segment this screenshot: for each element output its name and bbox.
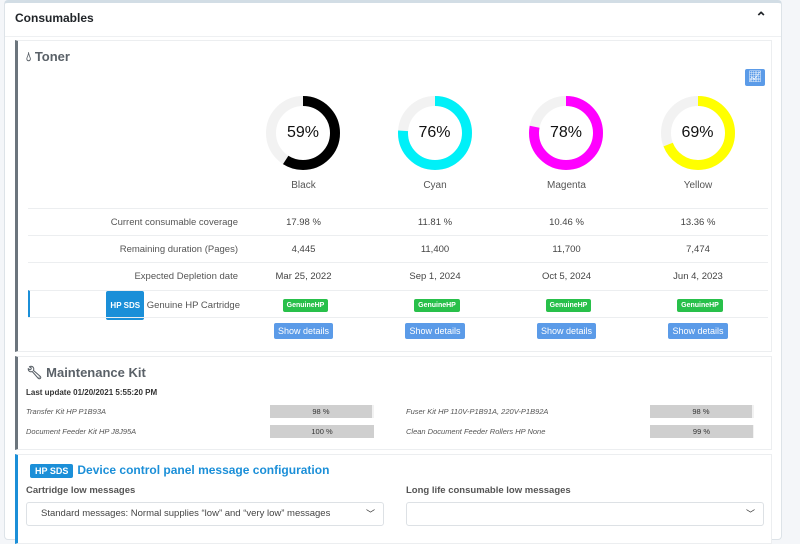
maintenance-progress-bar: 100 % — [270, 425, 374, 438]
maintenance-title: 🔧︎ Maintenance Kit — [26, 365, 146, 380]
show-details-button[interactable]: Show details — [668, 323, 728, 339]
hp-sds-badge: HP SDS — [30, 463, 74, 478]
chevron-down-icon: ﹀ — [365, 509, 375, 519]
maintenance-item-name: Transfer Kit HP P1B93A — [26, 407, 107, 416]
long-life-low-select[interactable]: ﹀ — [406, 502, 764, 526]
device-message-config-card: HP SDS Device control panel message confi… — [15, 454, 772, 544]
last-update: Last update 01/20/2021 5:55:20 PM — [26, 388, 158, 397]
maintenance-progress-bar: 98 % — [270, 405, 374, 418]
coverage-row: Current consumable coverage 17.98 % 11.81 … — [28, 208, 768, 235]
toner-title: 💧︎ Toner — [26, 49, 70, 64]
color-label: Cyan — [423, 180, 447, 191]
remaining-value: 11,400 — [420, 244, 450, 255]
depletion-value: Mar 25, 2022 — [275, 271, 332, 282]
remaining-value: 7,474 — [686, 244, 710, 255]
genuine-hp-badge: GenuineHP — [414, 299, 460, 312]
remaining-value: 11,700 — [552, 244, 581, 255]
percent-label: 59% — [286, 124, 320, 141]
device-config-title: HP SDS Device control panel message confi… — [30, 463, 329, 478]
row-label: Remaining duration (Pages) — [119, 244, 238, 255]
chevron-down-icon: ﹀ — [745, 509, 755, 519]
percent-label: 78% — [549, 124, 583, 141]
genuine-hp-badge: GenuineHP — [282, 299, 329, 312]
coverage-value: 17.98 % — [286, 217, 321, 228]
show-details-button[interactable]: Show details — [536, 323, 597, 339]
cartridge-low-label: Cartridge low messages — [26, 485, 136, 496]
color-label: Magenta — [547, 180, 586, 191]
progress-label: 100 % — [270, 425, 374, 438]
details-row: Show details Show details Show details Show… — [28, 317, 768, 344]
remaining-value: 4,445 — [291, 244, 316, 255]
donut-magenta: 78% — [526, 93, 606, 173]
color-label: Yellow — [683, 180, 713, 191]
drop-icon: 💧︎ — [26, 49, 32, 64]
wrench-icon: 🔧︎ — [26, 365, 43, 380]
maintenance-progress-bar: 98 % — [650, 405, 754, 418]
maintenance-kit-card: 🔧︎ Maintenance Kit Last update 01/20/202… — [15, 356, 772, 450]
cartridge-low-select[interactable]: Standard messages: Normal supplies “low”… — [26, 502, 384, 526]
row-label: Current consumable coverage — [110, 217, 238, 228]
toner-card: 💧︎ Toner 📈︎ 59% Black 76% Cyan 78% Magen… — [15, 40, 772, 352]
percent-label: 76% — [418, 124, 451, 141]
donut-black: 59% — [263, 93, 343, 173]
coverage-value: 13.36 % — [680, 217, 716, 228]
maintenance-progress-bar: 99 % — [650, 425, 754, 438]
show-details-button[interactable]: Show details — [405, 323, 465, 339]
panel-title: Consumables — [15, 11, 94, 25]
genuine-hp-badge: GenuineHP — [677, 299, 723, 312]
consumables-panel: Consumables ⌃ 💧︎ Toner 📈︎ 59% Black 76% … — [4, 0, 782, 544]
progress-label: 99 % — [650, 425, 753, 438]
hp-sds-badge: HP SDS — [106, 291, 145, 320]
donut-cyan: 76% — [395, 93, 475, 173]
genuine-row: HP SDS Genuine HP Cartridge GenuineHP Genu… — [28, 290, 768, 320]
progress-label: 98 % — [650, 405, 752, 418]
donut-yellow: 69% — [658, 93, 738, 173]
long-life-low-label: Long life consumable low messages — [406, 485, 571, 496]
maintenance-item-name: Document Feeder Kit HP J8J95A — [26, 427, 137, 436]
divider — [5, 36, 781, 37]
depletion-row: Expected Depletion date Mar 25, 2022 Sep 1… — [28, 262, 768, 289]
depletion-value: Sep 1, 2024 — [409, 271, 461, 282]
depletion-value: Oct 5, 2024 — [541, 271, 592, 282]
chart-line-icon[interactable]: 📈︎ — [745, 69, 765, 86]
percent-label: 69% — [681, 124, 714, 141]
depletion-value: Jun 4, 2023 — [673, 271, 723, 282]
show-details-button[interactable]: Show details — [273, 323, 334, 339]
maintenance-item-name: Clean Document Feeder Rollers HP None — [406, 427, 546, 436]
collapse-chevron-up-icon[interactable]: ⌃ — [755, 9, 767, 26]
remaining-row: Remaining duration (Pages) 4,445 11,400 11,… — [28, 235, 768, 262]
coverage-value: 10.46 % — [549, 217, 584, 228]
row-label: Expected Depletion date — [134, 271, 238, 282]
coverage-value: 11.81 % — [417, 217, 453, 228]
color-label: Black — [291, 180, 316, 191]
row-label: HP SDS Genuine HP Cartridge — [30, 291, 240, 320]
maintenance-item-name: Fuser Kit HP 110V-P1B91A, 220V-P1B92A — [406, 407, 549, 416]
progress-label: 98 % — [270, 405, 372, 418]
genuine-hp-badge: GenuineHP — [545, 299, 592, 312]
